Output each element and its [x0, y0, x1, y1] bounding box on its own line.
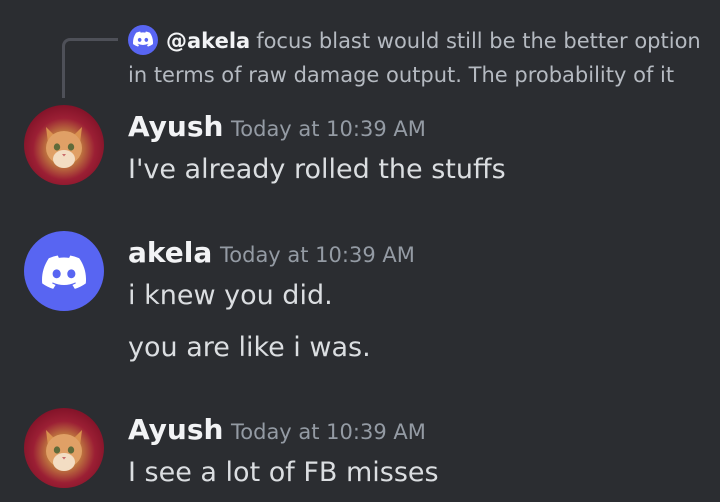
cat-avatar-icon [46, 430, 82, 471]
message-timestamp[interactable]: Today at 10:39 AM [231, 117, 426, 141]
chat-view: @akela focus blast would still be the bet… [0, 0, 720, 502]
user-avatar[interactable] [24, 105, 104, 185]
cat-avatar-icon [46, 127, 82, 168]
message-text: I see a lot of FB misses [128, 457, 439, 488]
reply-username[interactable]: @akela [166, 29, 250, 53]
user-avatar[interactable] [24, 231, 104, 311]
discord-logo-icon [128, 25, 158, 55]
message-text: i knew you did. [128, 280, 333, 311]
user-avatar[interactable] [24, 408, 104, 488]
reply-preview[interactable]: @akela focus blast would still be the bet… [128, 24, 708, 92]
message-username[interactable]: Ayush [128, 413, 223, 446]
message-text: you are like i was. [128, 332, 371, 363]
reply-connector [62, 38, 118, 98]
discord-logo-icon [42, 255, 86, 289]
message-text: I've already rolled the stuffs [128, 154, 506, 185]
message-timestamp[interactable]: Today at 10:39 AM [220, 243, 415, 267]
message-timestamp[interactable]: Today at 10:39 AM [231, 420, 426, 444]
message-username[interactable]: Ayush [128, 110, 223, 143]
message-username[interactable]: akela [128, 236, 212, 269]
